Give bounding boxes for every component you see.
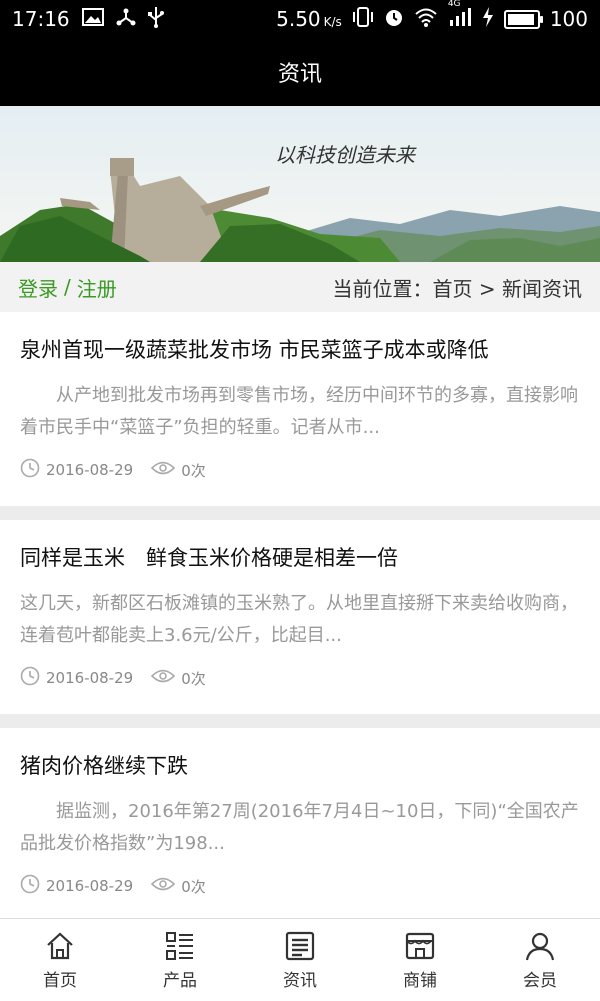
vibrate-icon	[352, 6, 374, 32]
banner-calligraphy: 以科技创造未来	[275, 143, 417, 167]
tab-shop[interactable]: 商铺	[360, 919, 480, 1001]
app-bar: 资讯	[0, 38, 600, 106]
news-meta: 2016-08-29 0次	[20, 666, 206, 690]
banner-image[interactable]: 以科技创造未来	[0, 106, 600, 262]
tab-news-label: 资讯	[283, 970, 317, 991]
news-date: 2016-08-29	[46, 669, 134, 687]
battery-icon	[503, 9, 543, 29]
news-item[interactable]: 猪肉价格继续下跌 据监测，2016年第27周(2016年7月4日~10日，下同)…	[0, 728, 600, 922]
news-meta: 2016-08-29 0次	[20, 874, 206, 898]
charging-icon	[482, 6, 494, 32]
location-bar: 登录 / 注册 当前位置：首页 > 新闻资讯	[0, 262, 600, 313]
status-left: 17:16	[12, 0, 164, 38]
shop-icon	[405, 932, 435, 959]
news-excerpt: 据监测，2016年第27周(2016年7月4日~10日，下同)“全国农产品批发价…	[20, 801, 579, 854]
user-icon	[525, 932, 555, 960]
tab-member-label: 会员	[523, 970, 557, 991]
share-icon	[116, 7, 136, 32]
news-title[interactable]: 猪肉价格继续下跌	[20, 750, 188, 780]
battery-level: 100	[549, 7, 588, 31]
news-views: 0次	[181, 877, 206, 896]
status-time: 17:16	[12, 7, 70, 31]
clock-icon	[20, 874, 40, 898]
tab-products-label: 产品	[163, 970, 197, 991]
tab-shop-label: 商铺	[403, 970, 437, 991]
news-excerpt: 这几天，新都区石板滩镇的玉米熟了。从地里直接掰下来卖给收购商，连着苞叶都能卖上3…	[20, 593, 578, 646]
image-icon	[81, 7, 104, 31]
grid-list-icon	[166, 931, 193, 960]
home-icon	[47, 932, 73, 959]
net-speed: 5.50 K/s	[276, 7, 342, 31]
register-link[interactable]: 注册	[77, 273, 117, 302]
news-date: 2016-08-29	[46, 877, 134, 895]
clock-icon	[20, 458, 40, 482]
auth-separator: /	[64, 275, 71, 299]
tab-member[interactable]: 会员	[480, 919, 600, 1001]
status-right: 5.50 K/s 4G 100	[276, 0, 588, 38]
status-bar: 17:16 5.50 K/s 4G 100	[0, 0, 600, 38]
page-title: 资讯	[277, 62, 322, 87]
eye-icon	[151, 668, 176, 688]
news-views: 0次	[181, 461, 206, 480]
news-views: 0次	[181, 669, 206, 688]
clock-icon	[20, 666, 40, 690]
news-date: 2016-08-29	[46, 461, 134, 479]
wifi-icon	[414, 7, 438, 32]
usb-icon	[147, 6, 164, 33]
tab-home-label: 首页	[43, 970, 77, 991]
tab-home[interactable]: 首页	[0, 919, 120, 1001]
login-link[interactable]: 登录	[18, 273, 58, 302]
great-wall-illustration: 以科技创造未来	[0, 106, 600, 262]
news-item[interactable]: 同样是玉米 鲜食玉米价格硬是相差一倍 这几天，新都区石板滩镇的玉米熟了。从地里直…	[0, 520, 600, 714]
tab-news[interactable]: 资讯	[240, 919, 360, 1001]
auth-links: 登录 / 注册	[18, 262, 117, 312]
news-title[interactable]: 泉州首现一级蔬菜批发市场 市民菜篮子成本或降低	[20, 334, 489, 364]
eye-icon	[151, 460, 176, 480]
alarm-icon	[384, 7, 404, 32]
news-item[interactable]: 泉州首现一级蔬菜批发市场 市民菜篮子成本或降低 从产地到批发市场再到零售市场，经…	[0, 312, 600, 506]
bottom-tab-bar: 首页 产品 资讯 商铺 会员	[0, 918, 600, 1001]
news-list: 泉州首现一级蔬菜批发市场 市民菜篮子成本或降低 从产地到批发市场再到零售市场，经…	[0, 312, 600, 936]
signal-icon: 4G	[448, 0, 472, 31]
news-icon	[285, 931, 315, 960]
tab-products[interactable]: 产品	[120, 919, 240, 1001]
news-title[interactable]: 同样是玉米 鲜食玉米价格硬是相差一倍	[20, 542, 398, 572]
news-excerpt: 从产地到批发市场再到零售市场，经历中间环节的多寡，直接影响着市民手中“菜篮子”负…	[20, 385, 578, 438]
news-meta: 2016-08-29 0次	[20, 458, 206, 482]
eye-icon	[151, 876, 176, 896]
breadcrumb: 当前位置：首页 > 新闻资讯	[332, 276, 582, 301]
